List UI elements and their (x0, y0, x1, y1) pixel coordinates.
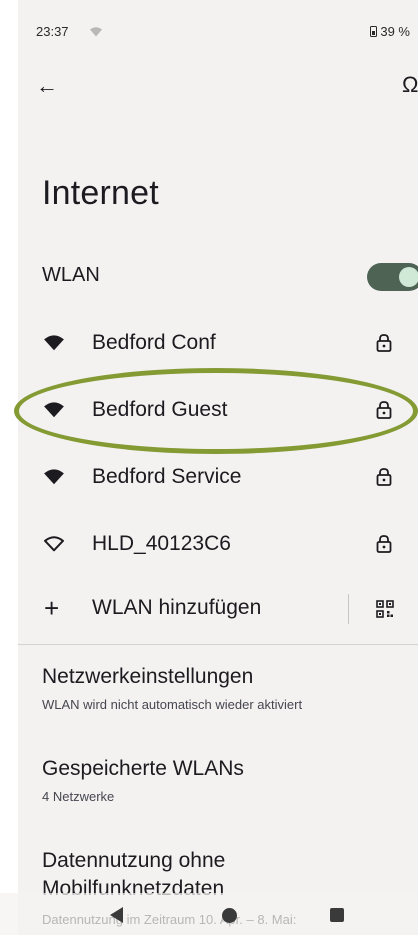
wifi-icon (44, 335, 64, 351)
nav-back-icon[interactable] (110, 907, 123, 923)
refresh-icon[interactable]: Ω (402, 72, 418, 98)
lock-icon (376, 334, 392, 352)
pref-title-line1: Datennutzung ohne (42, 849, 226, 872)
add-network-label: WLAN hinzufügen (92, 596, 262, 619)
toggle-knob (399, 267, 418, 287)
section-divider (18, 644, 418, 645)
page-title: Internet (42, 174, 159, 212)
back-arrow-icon[interactable]: ← (36, 74, 64, 100)
pref-title: Netzwerkeinstellungen (42, 665, 254, 688)
nav-recents-icon[interactable] (330, 908, 344, 922)
divider-vertical (348, 594, 349, 624)
plus-icon: + (44, 593, 60, 623)
wlan-toggle[interactable] (367, 263, 418, 291)
wifi-icon (44, 402, 64, 418)
wifi-icon (44, 469, 64, 485)
pref-subtitle-ghost: Datennutzung im Zeitraum 10. Apr. – 8. M… (42, 912, 297, 927)
wlan-label: WLAN (42, 264, 100, 286)
pref-title: Gespeicherte WLANs (42, 757, 244, 780)
nav-home-icon[interactable] (222, 908, 237, 923)
battery-icon (370, 26, 378, 37)
battery-level: 39 % (380, 24, 410, 39)
lock-icon (376, 535, 392, 553)
status-time: 23:37 (36, 24, 69, 39)
network-name: Bedford Conf (92, 331, 216, 354)
network-name: Bedford Service (92, 465, 242, 488)
lock-icon (376, 468, 392, 486)
network-name: HLD_40123C6 (92, 532, 231, 555)
settings-screen: 23:37 39 % ← Ω Internet WLAN Bedford Con… (18, 0, 418, 935)
wifi-icon (44, 536, 64, 552)
status-wifi-icon (90, 27, 102, 37)
pref-subtitle: 4 Netzwerke (42, 789, 115, 804)
network-name: Bedford Guest (92, 398, 228, 421)
lock-icon (376, 401, 392, 419)
status-bar: 23:37 39 % (18, 0, 418, 60)
qr-code-icon[interactable] (376, 600, 394, 618)
status-battery: 39 % (370, 24, 410, 39)
pref-subtitle: WLAN wird nicht automatisch wieder aktiv… (42, 697, 303, 712)
